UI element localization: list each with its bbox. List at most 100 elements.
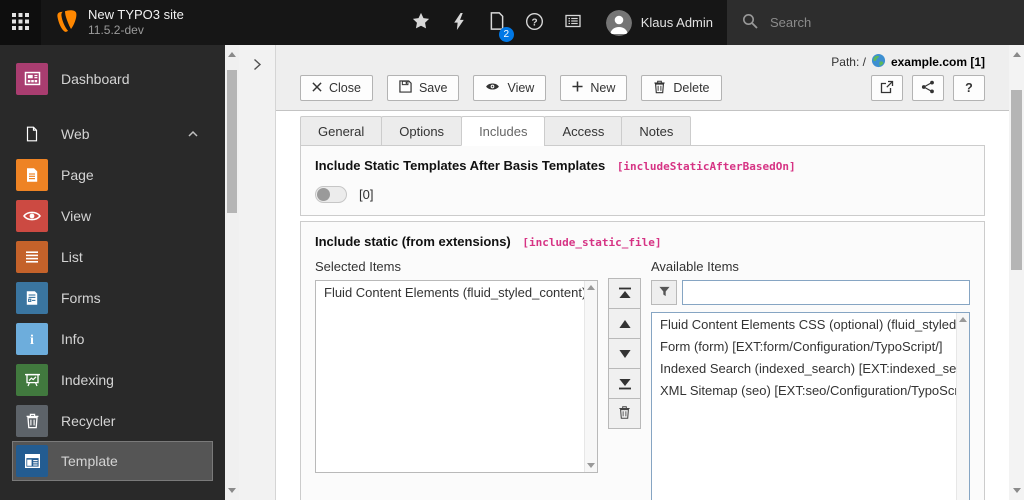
content-scrollbar[interactable] (1009, 45, 1024, 500)
opendocs-button[interactable]: 2 (478, 0, 516, 45)
info-icon: i (16, 322, 48, 355)
sidebar-item-label: Recycler (61, 412, 116, 429)
sidebar-item-label: Dashboard (61, 70, 130, 87)
sidebar-item-label: View (61, 207, 92, 224)
topbar: New TYPO3 site 11.5.2-dev 2 ? Klaus Admi… (0, 0, 1024, 45)
available-list-item[interactable]: XML Sitemap (seo) [EXT:seo/Configuration… (652, 379, 956, 401)
toggle-switch[interactable] (315, 186, 347, 203)
save-button[interactable]: Save (386, 75, 460, 101)
new-button[interactable]: New (560, 75, 628, 101)
tab-includes[interactable]: Includes (461, 116, 546, 146)
scroll-up-arrow[interactable] (1012, 52, 1021, 57)
selected-list-item[interactable]: Fluid Content Elements (fluid_styled_con… (316, 281, 584, 303)
field-label: Include Static Templates After Basis Tem… (315, 158, 606, 173)
view-eye-icon (485, 81, 500, 95)
scroll-up-arrow[interactable] (587, 285, 595, 290)
clear-cache-button[interactable] (440, 0, 478, 45)
docheader-buttons: Close Save View New Delete ? (300, 75, 985, 101)
sidebar-item-view[interactable]: View (0, 195, 225, 236)
listbox-scrollbar[interactable] (584, 281, 597, 472)
move-to-bottom-button[interactable] (608, 368, 641, 399)
remove-item-button[interactable] (608, 398, 641, 429)
sidebar-group-web[interactable]: Web (0, 113, 225, 154)
tab-general[interactable]: General (300, 116, 383, 146)
delete-trash-icon (653, 80, 666, 97)
available-list-item[interactable]: Indexed Search (indexed_search) [EXT:ind… (652, 357, 956, 379)
available-list-item[interactable]: Fluid Content Elements CSS (optional) (f… (652, 313, 956, 335)
scrollbar-thumb[interactable] (1011, 90, 1022, 270)
filter-button[interactable] (651, 280, 677, 305)
search-input[interactable] (768, 14, 1009, 31)
docheader-help-button[interactable]: ? (953, 75, 985, 101)
tab-options[interactable]: Options (381, 116, 463, 146)
scroll-down-arrow[interactable] (587, 463, 595, 468)
sidebar-item-indexing[interactable]: Indexing (0, 359, 225, 400)
reorder-buttons (608, 259, 641, 500)
scroll-up-arrow[interactable] (228, 52, 236, 57)
sidebar-group-label: Web (61, 125, 90, 142)
scrollbar-thumb[interactable] (227, 70, 237, 213)
typo3-logo-icon (53, 9, 78, 37)
module-menu-scrollbar[interactable] (225, 45, 239, 500)
expand-pagetree-button[interactable] (250, 56, 264, 73)
systeminformation-button[interactable] (554, 0, 592, 45)
sidebar-item-recycler[interactable]: Recycler (0, 400, 225, 441)
dashboard-icon (16, 62, 48, 95)
available-items-heading: Available Items (651, 259, 739, 274)
filter-input[interactable] (682, 280, 970, 305)
tab-notes[interactable]: Notes (621, 116, 692, 146)
close-icon (312, 81, 322, 95)
trash-icon (16, 404, 48, 437)
sidebar-item-label: Forms (61, 289, 101, 306)
scroll-down-arrow[interactable] (1012, 488, 1021, 493)
share-button[interactable] (912, 75, 944, 101)
help-button[interactable]: ? (516, 0, 554, 45)
move-to-top-button[interactable] (608, 278, 641, 309)
available-items-listbox[interactable]: Fluid Content Elements CSS (optional) (f… (651, 312, 970, 500)
scroll-down-arrow[interactable] (228, 488, 236, 493)
sidebar-item-page[interactable]: Page (0, 154, 225, 195)
user-menu[interactable]: Klaus Admin (592, 0, 727, 45)
forms-icon (16, 281, 48, 314)
svg-text:i: i (30, 333, 34, 347)
avatar (605, 9, 632, 36)
sidebar-item-forms[interactable]: Forms (0, 277, 225, 318)
plus-icon (572, 81, 583, 95)
available-list-item[interactable]: Form (form) [EXT:form/Configuration/Typo… (652, 335, 956, 357)
module-content: Path: / example.com [1] Close Save View … (276, 45, 1009, 500)
share-icon (921, 80, 935, 97)
toggle-value: [0] (359, 187, 374, 202)
opendocs-count-badge: 2 (498, 27, 514, 42)
view-button[interactable]: View (473, 75, 547, 101)
bookmarks-button[interactable] (402, 0, 440, 45)
sidebar-item-info[interactable]: i Info (0, 318, 225, 359)
selected-items-heading: Selected Items (315, 259, 401, 274)
selected-items-listbox[interactable]: Fluid Content Elements (fluid_styled_con… (315, 280, 598, 473)
sidebar-item-list[interactable]: List (0, 236, 225, 277)
move-up-button[interactable] (608, 308, 641, 339)
eye-icon (16, 199, 48, 232)
scroll-up-arrow[interactable] (959, 317, 967, 322)
listbox-scrollbar[interactable] (956, 313, 969, 500)
pagetree-collapsed-strip (239, 45, 276, 500)
sidebar-item-dashboard[interactable]: Dashboard (0, 58, 225, 99)
site-globe-icon (871, 53, 886, 71)
sidebar-item-template[interactable]: Template (12, 441, 213, 481)
save-icon (399, 80, 412, 96)
sidebar-item-label: Page (61, 166, 94, 183)
open-new-window-button[interactable] (871, 75, 903, 101)
star-icon (412, 12, 430, 33)
apps-grid-button[interactable] (0, 0, 41, 45)
delete-button[interactable]: Delete (641, 75, 722, 101)
list-icon (16, 240, 48, 273)
tab-bar: General Options Includes Access Notes (300, 116, 985, 146)
external-link-icon (880, 80, 894, 97)
site-title: New TYPO3 site (88, 6, 184, 22)
close-button[interactable]: Close (300, 75, 373, 101)
breadcrumb: Path: / example.com [1] (300, 51, 985, 73)
move-down-button[interactable] (608, 338, 641, 369)
bolt-icon (452, 12, 466, 33)
docheader: Path: / example.com [1] Close Save View … (276, 45, 1009, 111)
brand[interactable]: New TYPO3 site 11.5.2-dev (41, 0, 221, 45)
tab-access[interactable]: Access (544, 116, 623, 146)
